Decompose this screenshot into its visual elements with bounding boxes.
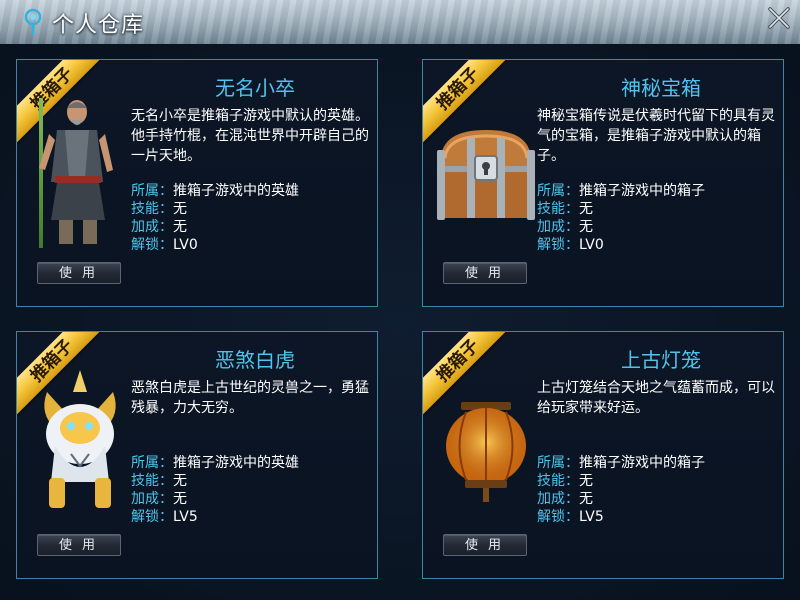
treasure-chest-icon (437, 130, 535, 220)
item-description: 上古灯笼结合天地之气蕴蓄而成，可以给玩家带来好运。 (537, 380, 775, 416)
stat-bonus: 加成：无 (537, 219, 593, 235)
warrior-character-icon (39, 98, 113, 248)
item-name: 恶煞白虎 (215, 348, 295, 372)
stat-skill: 技能：无 (131, 201, 187, 217)
leaf-orb-icon (24, 8, 42, 35)
use-button[interactable]: 使用 (443, 534, 527, 556)
warehouse-grid: 推箱子 无名小卒 无名小卒是推箱子游戏中默认的英雄。他手持竹棍，在混沌世界中开辟… (0, 44, 800, 600)
stat-unlock: 解锁：LV5 (537, 509, 604, 525)
item-description: 恶煞白虎是上古世纪的灵兽之一，勇猛残暴，力大无穷。 (131, 380, 369, 416)
lantern-icon (446, 402, 526, 502)
item-stats: 所属：推箱子游戏中的箱子 技能：无 加成：无 解锁：LV0 (537, 182, 777, 254)
item-name: 无名小卒 (215, 76, 295, 100)
item-description: 无名小卒是推箱子游戏中默认的英雄。他手持竹棍，在混沌世界中开辟自己的一片天地。 (131, 108, 369, 164)
stat-skill: 技能：无 (537, 201, 593, 217)
item-card-hero-tiger: 推箱子 恶煞白虎 恶煞白虎是上古世纪的灵兽之一，勇猛残暴，力大无穷。 所属：推箱… (16, 331, 378, 579)
use-button[interactable]: 使用 (37, 262, 121, 284)
stat-affiliation: 所属：推箱子游戏中的箱子 (537, 183, 705, 199)
use-button[interactable]: 使用 (443, 262, 527, 284)
stat-bonus: 加成：无 (131, 219, 187, 235)
item-name: 神秘宝箱 (621, 76, 701, 100)
stat-unlock: 解锁：LV0 (131, 237, 198, 253)
stat-affiliation: 所属：推箱子游戏中的英雄 (131, 455, 299, 471)
stat-unlock: 解锁：LV5 (131, 509, 198, 525)
stat-skill: 技能：无 (131, 473, 187, 489)
stat-bonus: 加成：无 (131, 491, 187, 507)
item-description: 神秘宝箱传说是伏羲时代留下的具有灵气的宝箱，是推箱子游戏中默认的箱子。 (537, 108, 775, 164)
use-button[interactable]: 使用 (37, 534, 121, 556)
stat-affiliation: 所属：推箱子游戏中的英雄 (131, 183, 299, 199)
window-title: 个人仓库 (52, 13, 145, 38)
stat-bonus: 加成：无 (537, 491, 593, 507)
item-card-box-default: 推箱子 神秘宝箱 神秘宝箱传说是伏羲时代留下的具有灵气的宝箱，是推箱子游戏中默认… (422, 59, 784, 307)
white-tiger-icon (44, 370, 116, 508)
close-icon[interactable] (764, 3, 794, 33)
stat-affiliation: 所属：推箱子游戏中的箱子 (537, 455, 705, 471)
item-stats: 所属：推箱子游戏中的箱子 技能：无 加成：无 解锁：LV5 (537, 454, 777, 526)
stat-skill: 技能：无 (537, 473, 593, 489)
item-card-hero-default: 推箱子 无名小卒 无名小卒是推箱子游戏中默认的英雄。他手持竹棍，在混沌世界中开辟… (16, 59, 378, 307)
title-bar: 个人仓库 (0, 0, 800, 45)
item-card-box-lantern: 推箱子 上古灯笼 上古灯笼结合天地之气蕴蓄而成，可以给玩家带来好运。 所属：推箱… (422, 331, 784, 579)
item-stats: 所属：推箱子游戏中的英雄 技能：无 加成：无 解锁：LV0 (131, 182, 371, 254)
stat-unlock: 解锁：LV0 (537, 237, 604, 253)
item-stats: 所属：推箱子游戏中的英雄 技能：无 加成：无 解锁：LV5 (131, 454, 371, 526)
item-name: 上古灯笼 (621, 348, 701, 372)
